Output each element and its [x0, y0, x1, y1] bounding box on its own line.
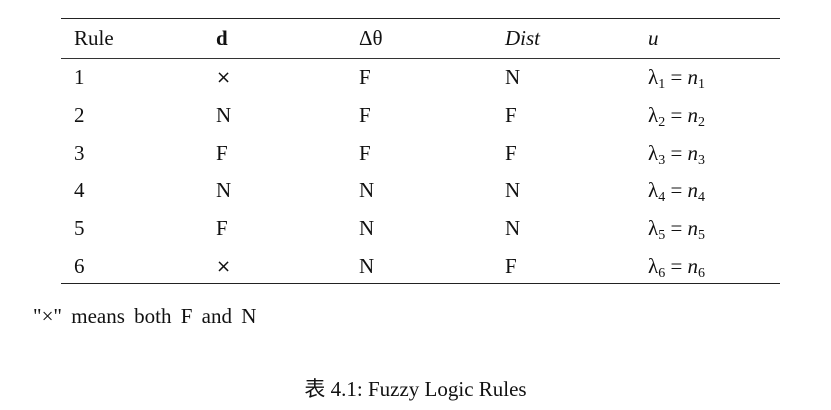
lambda-symbol: λ [648, 216, 659, 240]
cell-u: λ3 = n3 [648, 141, 706, 168]
table-top-rule [61, 18, 780, 19]
table-caption: 表 4.1: Fuzzy Logic Rules [304, 377, 527, 401]
lambda-symbol: λ [648, 103, 659, 127]
cell-u: λ2 = n2 [648, 103, 706, 130]
cell-dist: N [505, 178, 521, 202]
table-footnote: "×" means both F and N [33, 304, 257, 328]
header-rule: Rule [74, 26, 114, 50]
n-symbol: n [687, 103, 699, 127]
cell-rule: 5 [74, 216, 85, 240]
cell-rule: 1 [74, 65, 85, 89]
cell-delta-theta: F [359, 65, 371, 89]
n-symbol: n [687, 254, 699, 278]
cell-delta-theta: N [359, 254, 375, 278]
n-subscript: 5 [698, 228, 706, 243]
equals-sign: = [665, 65, 688, 89]
cell-rule: 4 [74, 178, 85, 202]
table-bottom-rule [61, 283, 780, 284]
equals-sign: = [665, 178, 688, 202]
n-symbol: n [687, 178, 699, 202]
cell-rule: 3 [74, 141, 85, 165]
lambda-symbol: λ [648, 141, 659, 165]
n-subscript: 4 [698, 190, 706, 205]
table-row: 2 N F F λ2 = n2 [0, 103, 831, 130]
n-subscript: 6 [698, 266, 706, 281]
cell-dist: F [505, 254, 517, 278]
cell-d: N [216, 103, 232, 127]
cell-d: F [216, 141, 228, 165]
cell-delta-theta: F [359, 141, 371, 165]
header-dist: Dist [505, 26, 541, 50]
table-row: 1 × F N λ1 = n1 [0, 65, 831, 92]
cell-u: λ6 = n6 [648, 254, 706, 281]
equals-sign: = [665, 103, 688, 127]
equals-sign: = [665, 216, 688, 240]
cell-delta-theta: F [359, 103, 371, 127]
cell-dist: F [505, 141, 517, 165]
lambda-symbol: λ [648, 254, 659, 278]
n-subscript: 3 [698, 153, 706, 168]
n-subscript: 1 [698, 77, 706, 92]
cell-rule: 6 [74, 254, 85, 278]
table-row: 3 F F F λ3 = n3 [0, 141, 831, 168]
cell-d: × [216, 256, 232, 277]
equals-sign: = [665, 141, 688, 165]
cell-dist: F [505, 103, 517, 127]
table-row: 4 N N N λ4 = n4 [0, 178, 831, 205]
cell-u: λ5 = n5 [648, 216, 706, 243]
n-symbol: n [687, 65, 699, 89]
lambda-symbol: λ [648, 178, 659, 202]
cell-d: × [216, 67, 232, 88]
n-subscript: 2 [698, 115, 706, 130]
lambda-symbol: λ [648, 65, 659, 89]
cell-dist: N [505, 65, 521, 89]
cell-dist: N [505, 216, 521, 240]
cell-u: λ4 = n4 [648, 178, 706, 205]
table-header-rule [61, 58, 780, 59]
cell-d: F [216, 216, 228, 240]
n-symbol: n [687, 216, 699, 240]
cell-rule: 2 [74, 103, 85, 127]
cell-delta-theta: N [359, 216, 375, 240]
n-symbol: n [687, 141, 699, 165]
cell-delta-theta: N [359, 178, 375, 202]
table-row: 5 F N N λ5 = n5 [0, 216, 831, 243]
cell-d: N [216, 178, 232, 202]
equals-sign: = [665, 254, 688, 278]
table-row: 6 × N F λ6 = n6 [0, 254, 831, 281]
cell-u: λ1 = n1 [648, 65, 706, 92]
header-u: u [648, 26, 659, 50]
header-d: d [216, 26, 228, 50]
header-delta-theta: Δθ [359, 26, 383, 50]
